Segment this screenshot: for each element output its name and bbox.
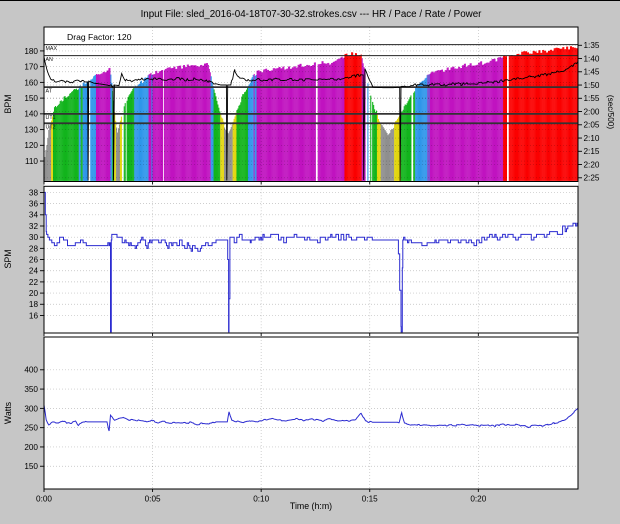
zone-label-ut2: UT2 (46, 124, 56, 130)
zone-label-an: AN (46, 57, 54, 63)
watts-tick-label: 400 (24, 366, 38, 375)
pace-axis-label: (sec/500) (606, 95, 615, 129)
time-tick-label: 0:00 (36, 495, 52, 504)
spm-tick-label: 16 (29, 311, 39, 320)
time-tick-label: 0:05 (145, 495, 161, 504)
figure: MAX AN AT UT1 UT2 180 170 160 150 140 130 120 110 1:3… (0, 0, 620, 524)
bpm-tick-label: 170 (24, 63, 38, 72)
time-tick-label: 0:10 (253, 495, 269, 504)
drag-factor-label: Drag Factor: 120 (67, 32, 132, 42)
spm-tick-label: 30 (29, 233, 39, 242)
figure-title: Input File: sled_2016-04-18T07-30-32.str… (141, 9, 483, 20)
zone-label-at: AT (46, 88, 53, 94)
bpm-tick-label: 130 (24, 125, 38, 134)
bpm-tick-label: 140 (24, 110, 38, 119)
zone-label-max: MAX (46, 46, 58, 52)
pace-tick-label: 1:40 (584, 54, 600, 63)
time-tick-label: 0:20 (470, 495, 486, 504)
pace-tick-label: 2:10 (584, 134, 600, 143)
pace-tick-label: 2:20 (584, 160, 600, 169)
workout-plot: MAX AN AT UT1 UT2 180 170 160 150 140 130 120 110 1:3… (0, 1, 620, 524)
spm-tick-label: 22 (29, 278, 39, 287)
pace-tick-label: 2:15 (584, 147, 600, 156)
watts-tick-label: 350 (24, 385, 38, 394)
spm-tick-label: 20 (29, 289, 39, 298)
watts-tick-label: 300 (24, 404, 38, 413)
spm-tick-label: 18 (29, 300, 39, 309)
watts-tick-label: 250 (24, 424, 38, 433)
pace-tick-label: 1:45 (584, 68, 600, 77)
pace-tick-label: 2:05 (584, 121, 600, 130)
watts-tick-label: 150 (24, 462, 38, 471)
spm-tick-label: 24 (29, 267, 39, 276)
bpm-tick-label: 150 (24, 94, 38, 103)
spm-tick-label: 32 (29, 222, 39, 231)
bpm-tick-label: 120 (24, 141, 38, 150)
pace-tick-label: 1:50 (584, 81, 600, 90)
spm-tick-label: 36 (29, 200, 39, 209)
pace-tick-label: 1:55 (584, 94, 600, 103)
time-tick-label: 0:15 (362, 495, 378, 504)
bpm-axis-label: BPM (3, 94, 13, 113)
bpm-tick-label: 180 (24, 47, 38, 56)
plot-generated-layers: MAX AN AT UT1 UT2 180 170 160 150 140 130 120 110 1:3… (24, 27, 600, 504)
spm-tick-label: 34 (29, 211, 39, 220)
pace-tick-label: 2:25 (584, 174, 600, 183)
bpm-tick-label: 160 (24, 78, 38, 87)
spm-tick-label: 26 (29, 255, 39, 264)
pace-tick-label: 1:35 (584, 41, 600, 50)
watts-axis-label: Watts (3, 401, 13, 424)
watts-tick-label: 200 (24, 443, 38, 452)
spm-tick-label: 38 (29, 188, 39, 197)
zone-label-ut1: UT1 (46, 115, 56, 121)
time-axis-label: Time (h:m) (290, 501, 332, 511)
spm-tick-label: 28 (29, 244, 39, 253)
pace-tick-label: 2:00 (584, 107, 600, 116)
spm-axis-label: SPM (3, 249, 13, 268)
bpm-tick-label: 110 (25, 157, 38, 166)
